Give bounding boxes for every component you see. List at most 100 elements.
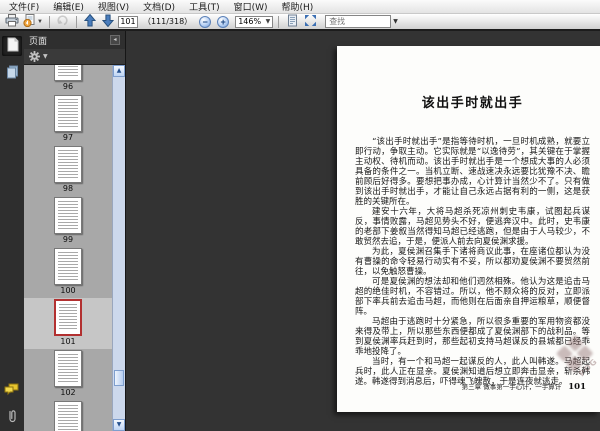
page-thumbnail[interactable]	[54, 146, 82, 183]
undo-button[interactable]	[55, 14, 71, 29]
menu-item[interactable]: 帮助(H)	[275, 0, 321, 13]
toolbar: ▼ （111/318） − + 146% ▼	[0, 13, 600, 31]
chevron-down-icon[interactable]: ▼	[43, 53, 48, 60]
fullscreen-button[interactable]	[302, 14, 318, 29]
page-footer: 第三章 做事第一手心计，一手算计 101	[462, 381, 586, 392]
page-title: 该出手时就出手	[421, 96, 524, 111]
document-page: 该出手时就出手 “该出手时就出手”是指等待时机，一旦时机成熟，就要立即行动，争取…	[337, 46, 600, 412]
chevron-down-icon: ▼	[265, 17, 271, 25]
body-paragraph: 建安十六年，大将马超杀死凉州刺史韦康，试图起兵谋反，事情败露，马超见势头不好，便…	[355, 207, 590, 247]
pdf-reader-window: 文件(F) 编辑(E) 视图(V) 文档(D) 工具(T) 窗口(W) 帮助(H…	[0, 0, 600, 431]
export-button[interactable]: ▼	[22, 13, 44, 30]
page-thumbnail-label: 96	[62, 82, 74, 91]
pages-panel: 页面 ◂ ▼ 96 97 98 99 100 101 102 ▲ ▼	[24, 31, 126, 431]
thumbnail-text-preview	[58, 252, 78, 281]
thumbnail-list: 96 97 98 99 100 101 102	[24, 65, 112, 431]
scrollbar-thumb[interactable]	[114, 370, 124, 386]
tab-bookmarks[interactable]	[2, 63, 22, 83]
page-thumbnail[interactable]	[54, 65, 82, 81]
zoom-level-value: 146%	[238, 17, 262, 26]
page-thumbnail-item[interactable]: 96	[24, 65, 112, 94]
pages-icon	[6, 37, 19, 56]
page-thumbnail[interactable]	[54, 350, 82, 387]
page-thumbnail-item[interactable]: 101	[24, 298, 112, 349]
thumbnail-text-preview	[59, 304, 77, 331]
page-thumbnail-item[interactable]: 103	[24, 400, 112, 431]
menu-item[interactable]: 工具(T)	[182, 0, 227, 13]
menu-item[interactable]: 文档(D)	[136, 0, 182, 13]
menu-bar: 文件(F) 编辑(E) 视图(V) 文档(D) 工具(T) 窗口(W) 帮助(H…	[0, 0, 600, 14]
paperclip-icon	[6, 408, 18, 427]
page-scroll-icon	[286, 14, 299, 30]
tab-attachments[interactable]	[2, 407, 22, 427]
printer-icon	[5, 13, 19, 30]
toolbar-divider	[75, 15, 77, 28]
panel-options-bar: ▼	[24, 49, 125, 65]
tab-comments[interactable]	[2, 380, 22, 400]
page-thumbnail[interactable]	[54, 95, 82, 132]
fit-screen-icon	[304, 14, 317, 30]
thumbnail-text-preview	[58, 405, 78, 431]
thumbnail-text-preview	[58, 65, 78, 77]
page-thumbnail-item[interactable]: 97	[24, 94, 112, 145]
zoom-out-icon: −	[199, 15, 212, 28]
arrow-up-icon	[83, 13, 97, 30]
page-body-text: “该出手时就出手”是指等待时机，一旦时机成熟，就要立即行动，争取主动。它实际就是…	[355, 137, 590, 387]
page-thumbnail-label: 101	[60, 337, 76, 346]
sidebar-scrollbar[interactable]: ▲ ▼	[112, 65, 125, 431]
body-paragraph: 马超由于逃跑时十分紧急，所以很多重要的军用物资都没来得及带上，所以那些东西便都成…	[355, 317, 590, 357]
menu-item[interactable]: 视图(V)	[91, 0, 136, 13]
document-pane[interactable]: 该出手时就出手 “该出手时就出手”是指等待时机，一旦时机成熟，就要立即行动，争取…	[126, 31, 600, 431]
stacked-pages-icon	[6, 64, 19, 83]
footer-page-number: 101	[568, 382, 586, 392]
export-document-icon	[23, 13, 37, 30]
page-thumbnail-item[interactable]: 100	[24, 247, 112, 298]
menu-item[interactable]: 编辑(E)	[46, 0, 91, 13]
zoom-in-icon: +	[217, 15, 230, 28]
chapter-running-footer: 第三章 做事第一手心计，一手算计	[461, 383, 562, 391]
panel-collapse-button[interactable]: ◂	[110, 35, 120, 45]
zoom-in-button[interactable]: +	[215, 14, 231, 29]
scroll-down-arrow[interactable]: ▼	[113, 419, 125, 431]
thumbnail-text-preview	[58, 354, 78, 383]
page-thumbnail[interactable]	[54, 197, 82, 234]
next-page-button[interactable]	[100, 14, 116, 29]
page-thumbnail-item[interactable]: 98	[24, 145, 112, 196]
body-paragraph: 可是夏侯渊的想法却和他们迥然相殊。他认为这是追击马超的绝佳时机，不容错过。所以，…	[355, 277, 590, 317]
page-thumbnail[interactable]	[54, 248, 82, 285]
page-thumbnail-label: 102	[60, 388, 76, 397]
scroll-mode-button[interactable]	[284, 14, 300, 29]
navigation-tab-strip	[0, 31, 24, 431]
scroll-up-arrow[interactable]: ▲	[113, 65, 125, 77]
chevron-down-icon: ▼	[37, 18, 43, 25]
menu-item[interactable]: 窗口(W)	[227, 0, 275, 13]
page-thumbnail-item[interactable]: 102	[24, 349, 112, 400]
page-thumbnail-label: 100	[60, 286, 76, 295]
arrow-down-icon	[101, 14, 115, 30]
page-thumbnail-label: 98	[62, 184, 74, 193]
zoom-out-button[interactable]: −	[197, 14, 213, 29]
menu-item[interactable]: 文件(F)	[2, 0, 46, 13]
thumbnail-text-preview	[58, 99, 78, 128]
body-paragraph: “该出手时就出手”是指等待时机，一旦时机成熟，就要立即行动，争取主动。它实际就是…	[355, 137, 590, 207]
zoom-level-select[interactable]: 146% ▼	[235, 15, 274, 28]
page-thumbnail-label: 97	[62, 133, 74, 142]
page-number-input[interactable]	[117, 15, 138, 28]
tab-page-thumbnails[interactable]	[2, 36, 22, 56]
thumbnail-text-preview	[58, 201, 78, 230]
toolbar-divider	[278, 15, 280, 28]
page-thumbnail[interactable]	[54, 401, 82, 431]
main-area: 页面 ◂ ▼ 96 97 98 99 100 101 102 ▲ ▼ 该出手时就…	[0, 31, 600, 431]
find-input[interactable]	[325, 15, 392, 28]
page-thumbnail-item[interactable]: 99	[24, 196, 112, 247]
thumbnail-scroll-area: 96 97 98 99 100 101 102 ▲ ▼	[24, 65, 125, 431]
previous-page-button[interactable]	[82, 13, 98, 30]
gear-icon[interactable]	[29, 47, 40, 66]
page-thumbnail[interactable]	[54, 299, 82, 336]
comments-icon	[4, 381, 20, 400]
undo-icon	[56, 14, 69, 29]
print-button[interactable]	[4, 13, 20, 30]
page-thumbnail-label: 99	[62, 235, 74, 244]
chevron-down-icon[interactable]: ▼	[391, 18, 398, 25]
thumbnail-text-preview	[58, 150, 78, 179]
